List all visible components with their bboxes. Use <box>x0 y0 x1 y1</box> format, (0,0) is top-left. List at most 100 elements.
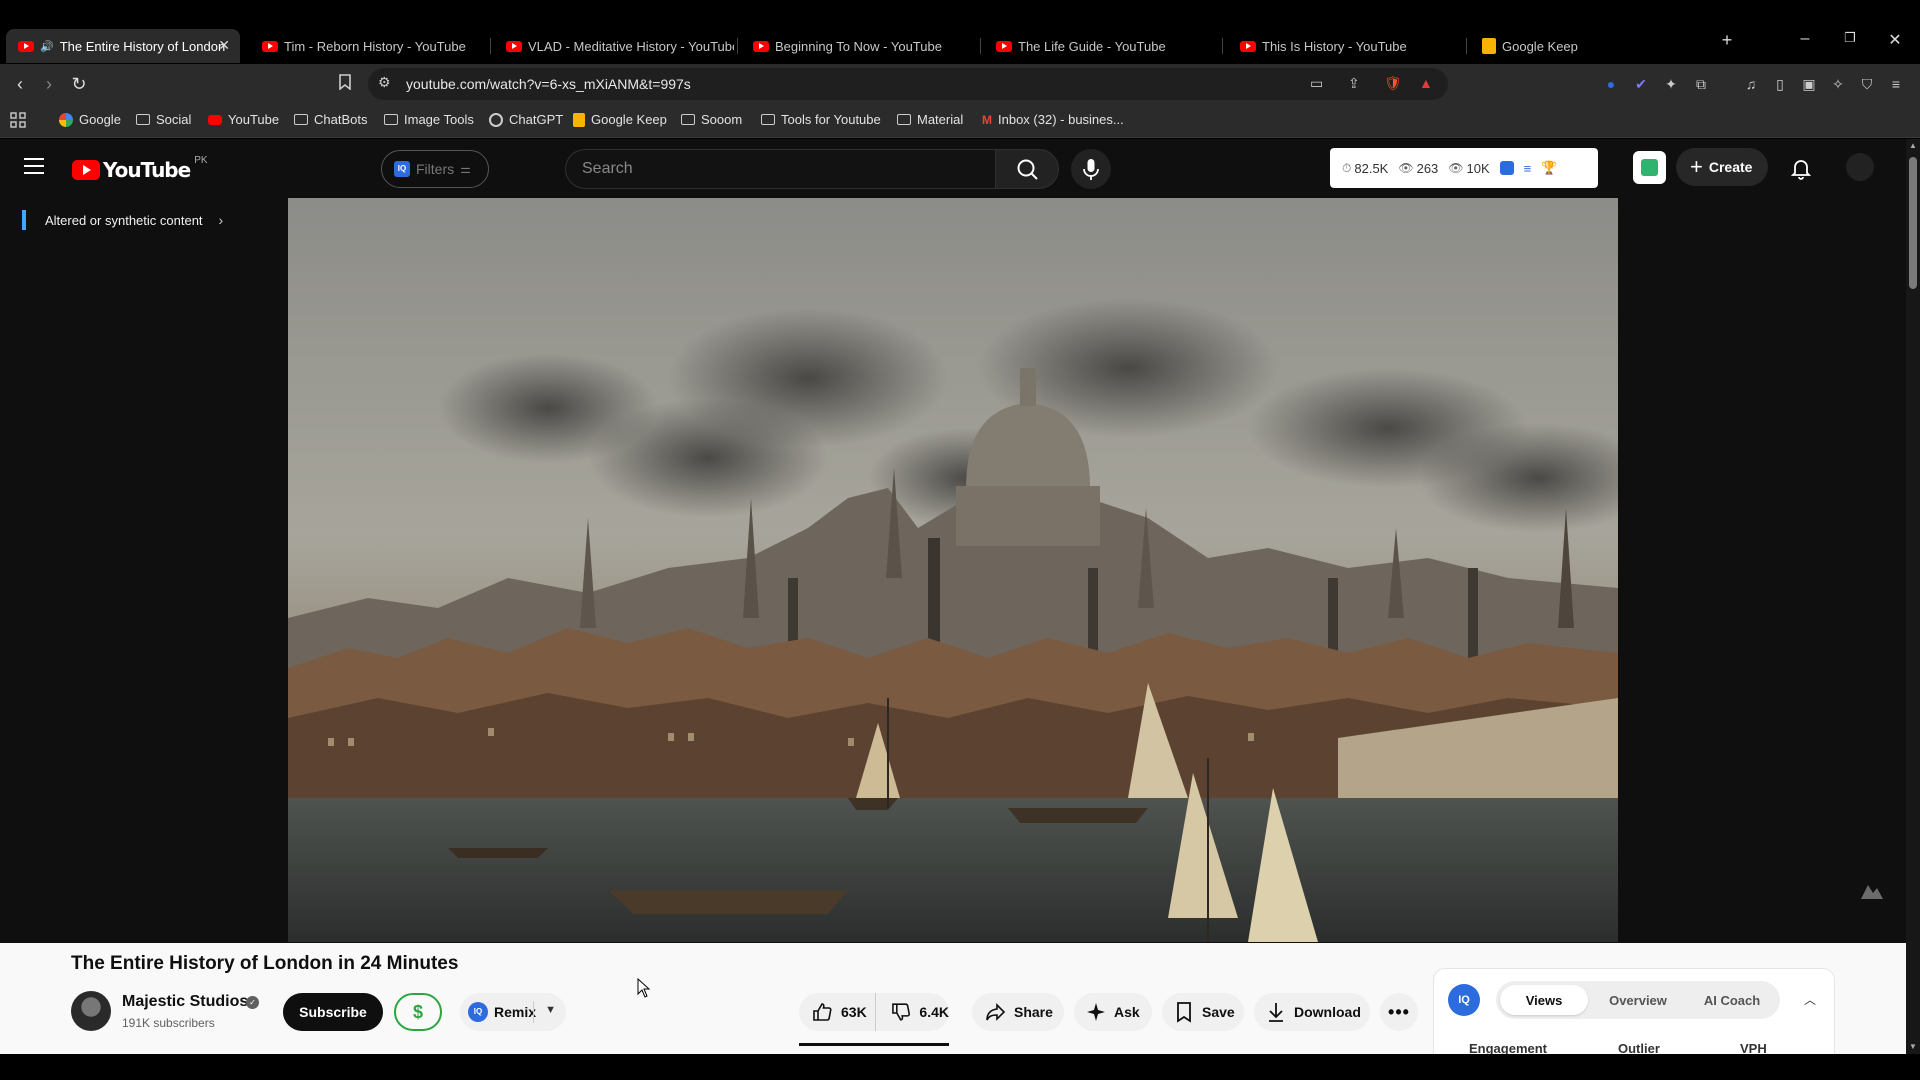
youtube-favicon <box>753 40 769 52</box>
tab-title: The Life Guide - YouTube <box>1018 38 1166 54</box>
dislike-button[interactable]: 6.4K <box>875 993 949 1031</box>
browser-tab[interactable]: VLAD - Meditative History - YouTube <box>494 29 734 63</box>
bookmark-label: Sooom <box>701 112 743 127</box>
scrollbar-thumb[interactable] <box>1909 157 1917 289</box>
browser-tab[interactable]: Tim - Reborn History - YouTube <box>250 29 480 63</box>
ask-button[interactable]: Ask <box>1074 993 1152 1031</box>
sidebar-icon[interactable]: ▯ <box>1770 74 1790 94</box>
cast-icon[interactable]: ▭ <box>1310 75 1323 92</box>
bookmark-google[interactable]: Google <box>59 112 121 127</box>
country-code: PK <box>194 154 208 166</box>
bookmark-social[interactable]: Social <box>136 112 191 127</box>
youtube-favicon <box>506 40 522 52</box>
notifications-bell-icon[interactable] <box>1788 155 1814 181</box>
bookmark-icon[interactable] <box>334 73 356 95</box>
channel-avatar[interactable] <box>71 991 111 1031</box>
remix-button[interactable]: IQ Remix ▼ <box>460 993 566 1031</box>
save-button[interactable]: Save <box>1162 993 1244 1031</box>
altered-content-notice[interactable]: Altered or synthetic content › <box>22 210 223 230</box>
brave-rewards-icon[interactable]: ▲ <box>1419 75 1433 91</box>
new-tab-button[interactable]: + <box>1715 30 1739 51</box>
page-scrollbar[interactable]: ▲ ▼ <box>1906 139 1920 1054</box>
browser-tab[interactable]: This Is History - YouTube <box>1228 29 1458 63</box>
close-window-icon[interactable]: ✕ <box>1883 30 1907 50</box>
search-input[interactable] <box>566 150 995 188</box>
bookmark-chatbots[interactable]: ChatBots <box>294 112 367 127</box>
list-icon[interactable]: ≡ <box>1524 161 1532 176</box>
search-button[interactable] <box>995 149 1059 189</box>
tab-ai-coach[interactable]: AI Coach <box>1688 985 1776 1015</box>
folder-icon <box>761 114 775 125</box>
share-page-icon[interactable]: ⇪ <box>1348 75 1360 92</box>
scroll-up-icon[interactable]: ▲ <box>1909 141 1917 150</box>
vidiq-filters-button[interactable]: IQ Filters ⚌ <box>381 150 489 188</box>
bookmark-gmail-inbox[interactable]: M Inbox (32) - busines... <box>982 112 1124 127</box>
close-tab-icon[interactable]: ✕ <box>218 37 230 54</box>
chevron-down-icon[interactable]: ▼ <box>545 1004 556 1016</box>
leo-ai-icon[interactable]: ✧ <box>1828 74 1848 94</box>
bookmark-chatgpt[interactable]: ChatGPT <box>489 112 563 127</box>
like-button[interactable]: 63K <box>799 993 875 1031</box>
more-actions-icon[interactable]: ••• <box>1380 993 1418 1031</box>
apps-grid-icon[interactable] <box>10 112 26 128</box>
back-icon[interactable]: ‹ <box>9 73 31 95</box>
vidiq-stats-bar[interactable]: ⏱ 82.5K 👁 263 👁 10K ≡ 🏆 <box>1330 148 1598 188</box>
tab-separator <box>1222 38 1223 54</box>
channel-name[interactable]: Majestic Studios <box>122 993 248 1011</box>
extension-icon[interactable]: ✦ <box>1661 74 1681 94</box>
browser-tab[interactable]: Beginning To Now - YouTube <box>741 29 971 63</box>
vidiq-tab-group: Views Overview AI Coach <box>1496 981 1780 1019</box>
minimize-icon[interactable]: – <box>1793 30 1817 48</box>
address-bar[interactable]: ⚙ youtube.com/watch?v=6-xs_mXiANM&t=997s… <box>368 68 1448 100</box>
menu-icon[interactable]: ≡ <box>1886 74 1906 94</box>
tab-overview[interactable]: Overview <box>1594 985 1682 1015</box>
share-icon <box>986 1003 1006 1021</box>
chevron-up-icon[interactable]: ︿ <box>1804 991 1816 1008</box>
extensions-puzzle-icon[interactable]: ⧉ <box>1691 74 1711 94</box>
folder-icon <box>384 114 398 125</box>
browser-tab-active[interactable]: 🔊 The Entire History of London ✕ <box>6 29 240 63</box>
vpn-icon[interactable]: ⛉ <box>1857 74 1877 94</box>
vidiq-extension-icon[interactable]: ● <box>1601 74 1621 94</box>
bookmark-image-tools[interactable]: Image Tools <box>384 112 474 127</box>
folder-icon <box>294 114 308 125</box>
trophy-icon[interactable]: 🏆 <box>1541 160 1557 176</box>
bookmark-label: Google Keep <box>591 112 667 127</box>
search-icon <box>1017 159 1038 180</box>
browser-tab[interactable]: Google Keep <box>1470 29 1700 63</box>
miniplayer-figure-icon[interactable] <box>1858 879 1886 903</box>
task-extension-icon[interactable]: ✔ <box>1631 74 1651 94</box>
wallet-icon[interactable]: ▣ <box>1799 74 1819 94</box>
youtube-play-icon <box>72 160 100 180</box>
restore-icon[interactable]: ❐ <box>1838 30 1862 46</box>
vidiq-icon[interactable] <box>1499 161 1514 175</box>
bookmark-tools-for-youtube[interactable]: Tools for Youtube <box>761 112 881 127</box>
bookmarks-bar: Google Social YouTube ChatBots Image Too… <box>0 104 1920 138</box>
bookmark-google-keep[interactable]: Google Keep <box>573 112 667 127</box>
tab-title: This Is History - YouTube <box>1262 38 1407 54</box>
share-button[interactable]: Share <box>972 993 1064 1031</box>
youtube-logo[interactable]: YouTube PK <box>72 154 208 182</box>
browser-tab[interactable]: The Life Guide - YouTube <box>984 29 1214 63</box>
scroll-down-icon[interactable]: ▼ <box>1909 1042 1917 1051</box>
media-icon[interactable]: ♫ <box>1741 74 1761 94</box>
create-button[interactable]: + Create <box>1676 148 1768 186</box>
reload-icon[interactable]: ↻ <box>68 73 90 95</box>
bookmark-youtube[interactable]: YouTube <box>208 112 279 127</box>
site-info-icon[interactable]: ⚙ <box>378 74 391 91</box>
forward-icon[interactable]: › <box>38 73 60 95</box>
brave-shield-icon[interactable]: 🛡 <box>1384 75 1402 92</box>
download-button[interactable]: Download <box>1254 993 1370 1031</box>
tubebuddy-icon[interactable] <box>1633 151 1666 184</box>
thanks-dollar-button[interactable]: $ <box>394 993 442 1031</box>
account-avatar[interactable] <box>1846 153 1874 181</box>
voice-search-button[interactable] <box>1071 149 1111 189</box>
bookmark-sooom[interactable]: Sooom <box>681 112 742 127</box>
hamburger-menu-icon[interactable] <box>24 158 44 174</box>
tab-views[interactable]: Views <box>1500 985 1588 1015</box>
subscribe-button[interactable]: Subscribe <box>283 993 383 1031</box>
folder-icon <box>681 114 695 125</box>
bookmark-material[interactable]: Material <box>897 112 963 127</box>
google-icon <box>59 112 73 127</box>
video-player[interactable] <box>288 198 1618 942</box>
